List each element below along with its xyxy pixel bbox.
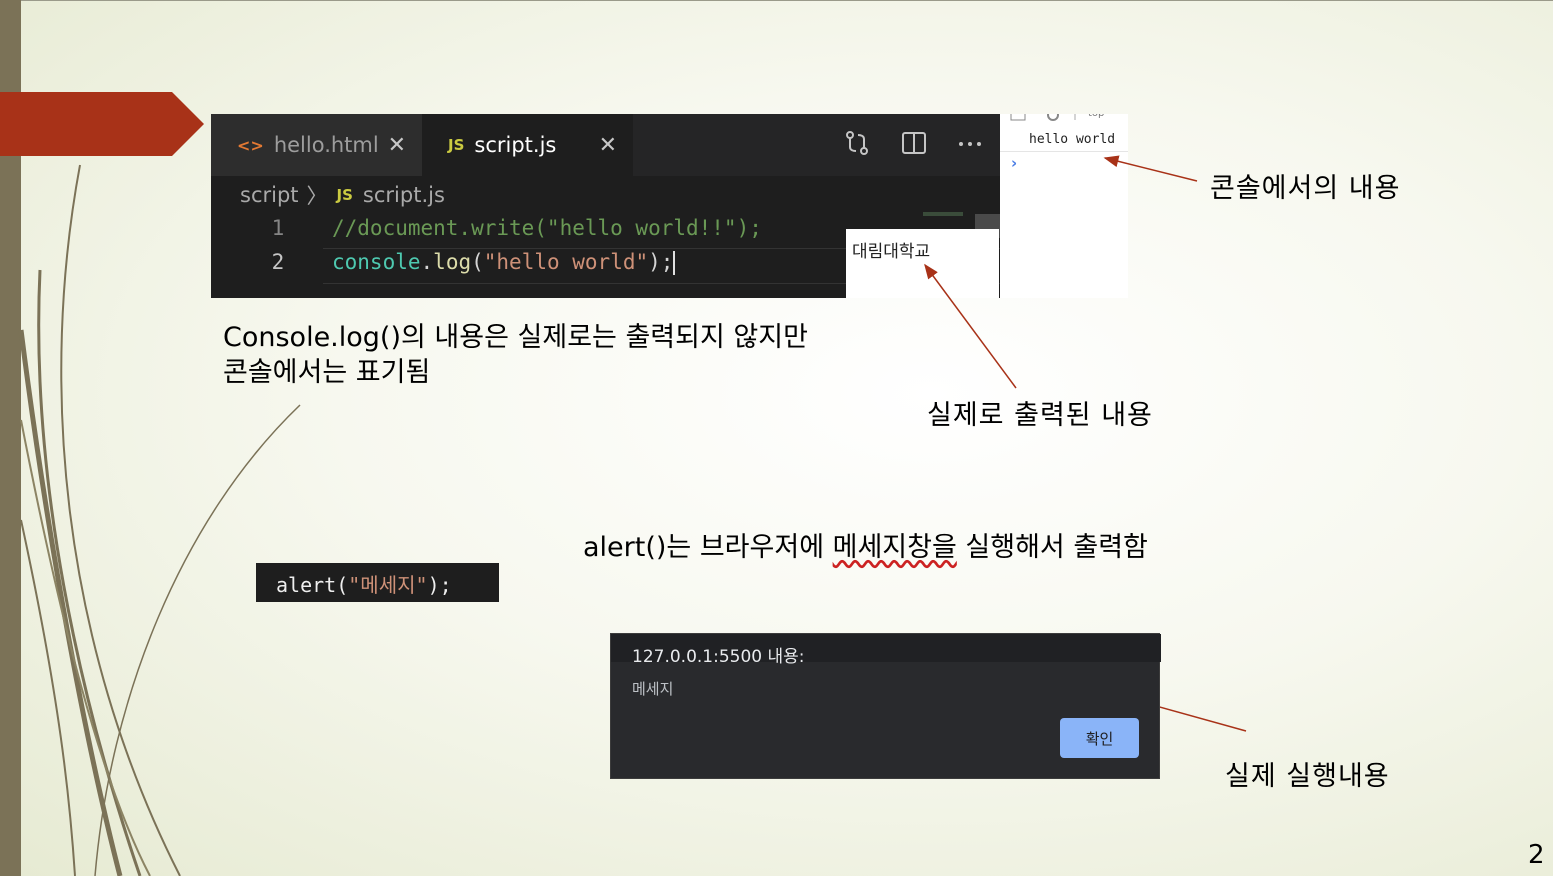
description-line-2: 콘솔에서는 표기됨	[223, 357, 431, 388]
console-log-description: Console.log()의 내용은 실제로는 출력되지 않지만 콘솔에서는 표…	[223, 320, 943, 390]
title-arrow-shape	[0, 92, 204, 156]
code-function: alert	[276, 573, 337, 597]
dialog-title: 127.0.0.1:5500 내용:	[632, 647, 805, 667]
actual-execution-label: 실제 실행내용	[1225, 761, 1390, 792]
breadcrumb-folder[interactable]: script	[240, 183, 299, 207]
alert-statement: alert("메세지");	[276, 569, 452, 598]
console-toolbar: top	[1000, 114, 1128, 126]
browser-page-output: 대림대학교	[846, 229, 999, 298]
chevron-right-icon: 〉	[306, 184, 328, 208]
code-object: console	[332, 250, 421, 274]
code-open-paren: (	[471, 250, 484, 274]
git-compare-icon[interactable]	[843, 128, 871, 158]
code-close: );	[427, 573, 452, 597]
dialog-message: 메세지	[632, 680, 674, 698]
tab-label: hello.html	[273, 133, 379, 157]
code-open-paren: (	[336, 573, 349, 597]
breadcrumb: script 〉 JS script.js	[240, 180, 445, 210]
code-dot: .	[420, 250, 434, 274]
ok-button[interactable]: 확인	[1060, 718, 1139, 758]
line-number: 1	[271, 216, 285, 240]
tab-label: script.js	[474, 133, 557, 157]
editor-tab-bar: <> hello.html ✕ JS script.js ✕	[211, 114, 1000, 176]
code-close: );	[648, 250, 674, 274]
code-method: log	[433, 250, 472, 274]
page-output-text: 대림대학교	[852, 242, 931, 262]
line-number: 2	[271, 250, 285, 274]
console-toolbar-icons[interactable]	[1000, 114, 1128, 126]
alert-description: alert()는 브라우저에 메세지창을 실행해서 출력함	[583, 525, 1148, 564]
page-number: 2	[1528, 840, 1545, 870]
js-file-icon: JS	[336, 186, 353, 204]
close-icon[interactable]: ✕	[599, 133, 617, 158]
console-log-row: hello world	[1000, 127, 1128, 152]
split-editor-icon[interactable]	[901, 128, 927, 158]
breadcrumb-file[interactable]: script.js	[363, 183, 445, 207]
close-icon[interactable]: ✕	[388, 133, 406, 158]
code-statement: console.log("hello world");	[332, 250, 676, 275]
alert-desc-prefix: alert()는 브라우저에	[583, 532, 833, 563]
description-line-1: Console.log()의 내용은 실제로는 출력되지 않지만	[223, 322, 808, 353]
text-cursor	[673, 251, 676, 275]
console-prompt-icon[interactable]: ›	[1011, 154, 1017, 172]
code-string: "메세지"	[348, 573, 428, 597]
console-log-text: hello world	[1029, 132, 1116, 147]
code-comment: //document.write("hello world!!");	[332, 216, 762, 240]
alert-desc-suffix: 실행해서 출력함	[956, 532, 1148, 563]
alert-dialog: 127.0.0.1:5500 내용: 메세지 확인	[610, 633, 1161, 779]
more-icon[interactable]	[957, 128, 983, 158]
alert-code-snippet: alert("메세지");	[256, 563, 499, 602]
context-selector[interactable]: top	[1088, 114, 1104, 119]
actual-output-label: 실제로 출력된 내용	[927, 400, 1153, 431]
tab-script-js[interactable]: JS script.js ✕	[422, 114, 633, 176]
console-content-label: 콘솔에서의 내용	[1210, 173, 1401, 204]
js-file-icon: JS	[448, 136, 465, 154]
html-file-icon: <>	[237, 135, 264, 155]
devtools-console: top hello world ›	[1000, 114, 1128, 298]
tab-hello-html[interactable]: <> hello.html ✕	[211, 114, 422, 176]
code-string: "hello world"	[483, 250, 649, 274]
alert-desc-underlined: 메세지창을	[832, 532, 957, 563]
